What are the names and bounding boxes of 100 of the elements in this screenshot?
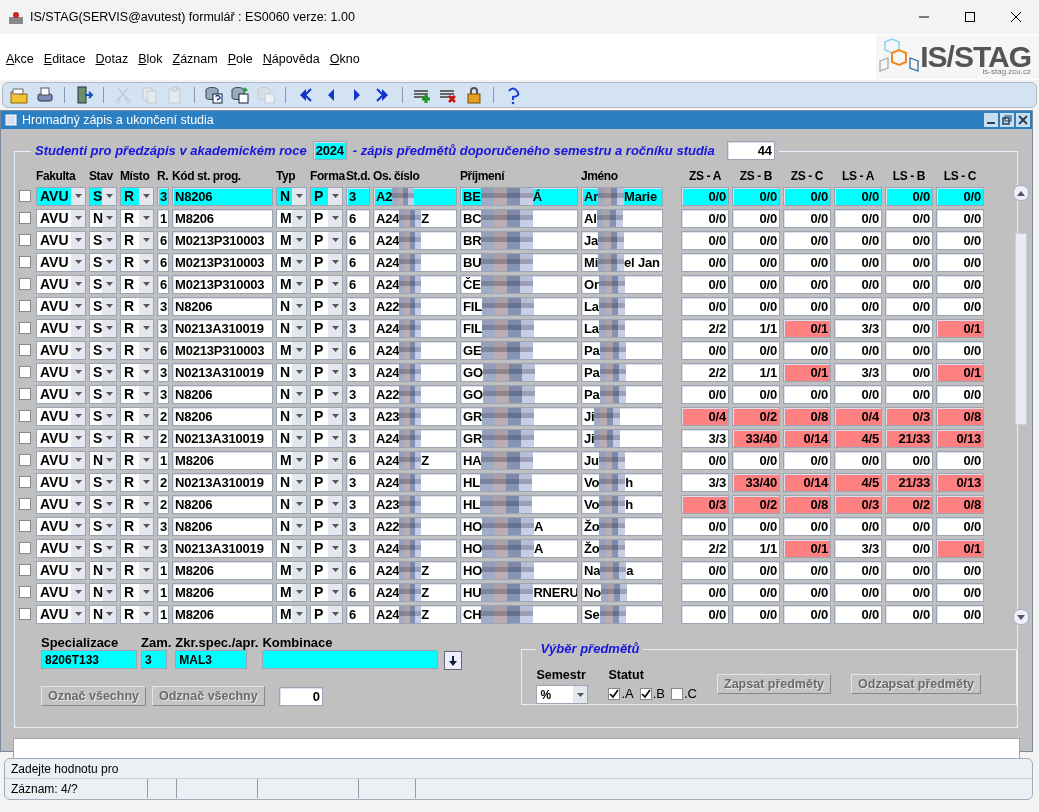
door-icon[interactable] [74, 85, 94, 105]
place-dropdown[interactable]: R [120, 516, 154, 536]
faculty-dropdown[interactable]: AVU [36, 362, 86, 382]
row-checkbox[interactable] [19, 300, 31, 312]
first-name-field[interactable]: Vo h [581, 494, 663, 514]
program-code-field[interactable]: N0213A310019 [172, 428, 273, 448]
first-name-field[interactable]: Mi el Jan [581, 252, 663, 272]
student-number-field[interactable]: A24 [373, 428, 457, 448]
first-name-field[interactable]: Ja [581, 230, 663, 250]
student-number-field[interactable]: A24 Z [373, 560, 457, 580]
first-name-field[interactable]: Žo [581, 516, 663, 536]
status-dropdown[interactable]: N [89, 604, 117, 624]
form-dropdown[interactable]: P [310, 340, 343, 360]
type-dropdown[interactable]: N [276, 296, 307, 316]
row-checkbox[interactable] [19, 410, 31, 422]
menu-item[interactable]: Okno [329, 52, 360, 66]
program-code-field[interactable]: M0213P310003 [172, 340, 273, 360]
surname-field[interactable]: FIL [460, 296, 578, 316]
status-dropdown[interactable]: S [89, 406, 117, 426]
status-dropdown[interactable]: S [89, 538, 117, 558]
student-number-field[interactable]: A24 [373, 538, 457, 558]
row-checkbox[interactable] [19, 256, 31, 268]
duration-field[interactable]: 3 [346, 516, 370, 536]
row-checkbox[interactable] [19, 454, 31, 466]
year-field[interactable]: 6 [157, 274, 169, 294]
row-checkbox[interactable] [19, 520, 31, 532]
program-code-field[interactable]: N0213A310019 [172, 472, 273, 492]
year-field[interactable]: 3 [157, 296, 169, 316]
year-field[interactable]: 6 [157, 252, 169, 272]
faculty-dropdown[interactable]: AVU [36, 560, 86, 580]
place-dropdown[interactable]: R [120, 450, 154, 470]
menu-item[interactable]: Dotaz [95, 52, 129, 66]
detail-field[interactable]: 8206T133 [41, 650, 137, 669]
place-dropdown[interactable]: R [120, 274, 154, 294]
row-checkbox[interactable] [19, 344, 31, 356]
form-dropdown[interactable]: P [310, 384, 343, 404]
type-dropdown[interactable]: N [276, 406, 307, 426]
surname-field[interactable]: HO A [460, 538, 578, 558]
type-dropdown[interactable]: N [276, 472, 307, 492]
place-dropdown[interactable]: R [120, 428, 154, 448]
status-checkbox[interactable] [671, 687, 683, 700]
place-dropdown[interactable]: R [120, 604, 154, 624]
duration-field[interactable]: 3 [346, 296, 370, 316]
type-dropdown[interactable]: N [276, 538, 307, 558]
year-field[interactable]: 3 [157, 384, 169, 404]
faculty-dropdown[interactable]: AVU [36, 208, 86, 228]
student-number-field[interactable]: A24 Z [373, 450, 457, 470]
program-code-field[interactable]: N0213A310019 [172, 362, 273, 382]
program-code-field[interactable]: N0213A310019 [172, 538, 273, 558]
type-dropdown[interactable]: N [276, 318, 307, 338]
type-dropdown[interactable]: M [276, 252, 307, 272]
year-field[interactable]: 1 [157, 450, 169, 470]
row-checkbox[interactable] [19, 234, 31, 246]
program-code-field[interactable]: N8206 [172, 406, 273, 426]
row-checkbox[interactable] [19, 366, 31, 378]
close-button[interactable] [1016, 113, 1030, 127]
type-dropdown[interactable]: M [276, 450, 307, 470]
form-dropdown[interactable]: P [310, 516, 343, 536]
type-dropdown[interactable]: M [276, 208, 307, 228]
form-dropdown[interactable]: P [310, 604, 343, 624]
duration-field[interactable]: 6 [346, 582, 370, 602]
year-field[interactable]: 3 [157, 186, 169, 206]
status-dropdown[interactable]: N [89, 450, 117, 470]
duration-field[interactable]: 6 [346, 208, 370, 228]
surname-field[interactable]: ČE [460, 274, 578, 294]
faculty-dropdown[interactable]: AVU [36, 340, 86, 360]
year-field[interactable]: 2 [157, 406, 169, 426]
faculty-dropdown[interactable]: AVU [36, 450, 86, 470]
program-code-field[interactable]: N0213A310019 [172, 318, 273, 338]
student-number-field[interactable]: A24 [373, 274, 457, 294]
form-dropdown[interactable]: P [310, 208, 343, 228]
program-code-field[interactable]: M8206 [172, 208, 273, 228]
type-dropdown[interactable]: M [276, 604, 307, 624]
program-code-field[interactable]: M8206 [172, 604, 273, 624]
duration-field[interactable]: 6 [346, 274, 370, 294]
place-dropdown[interactable]: R [120, 538, 154, 558]
row-checkbox[interactable] [19, 564, 31, 576]
surname-field[interactable]: GO [460, 384, 578, 404]
duration-field[interactable]: 3 [346, 472, 370, 492]
faculty-dropdown[interactable]: AVU [36, 428, 86, 448]
status-dropdown[interactable]: S [89, 230, 117, 250]
row-checkbox[interactable] [19, 388, 31, 400]
database-query-icon[interactable] [230, 85, 250, 105]
place-dropdown[interactable]: R [120, 318, 154, 338]
program-code-field[interactable]: N8206 [172, 494, 273, 514]
place-dropdown[interactable]: R [120, 406, 154, 426]
year-field[interactable]: 2 [157, 472, 169, 492]
status-dropdown[interactable]: S [89, 274, 117, 294]
message-field[interactable] [13, 738, 1020, 760]
faculty-dropdown[interactable]: AVU [36, 516, 86, 536]
program-code-field[interactable]: N8206 [172, 516, 273, 536]
scroll-up-button[interactable] [1013, 185, 1029, 201]
first-name-field[interactable]: Žo [581, 538, 663, 558]
student-number-field[interactable]: A24 Z [373, 208, 457, 228]
first-name-field[interactable]: No [581, 582, 663, 602]
student-number-field[interactable]: A24 [373, 230, 457, 250]
form-dropdown[interactable]: P [310, 274, 343, 294]
student-number-field[interactable]: A24 [373, 252, 457, 272]
menu-item[interactable]: Nápověda [262, 52, 320, 66]
program-code-field[interactable]: M8206 [172, 582, 273, 602]
